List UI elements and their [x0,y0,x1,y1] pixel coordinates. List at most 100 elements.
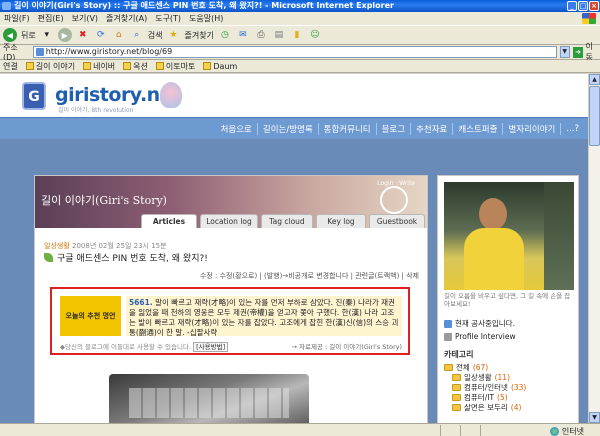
links-label: 연결 [3,61,18,71]
quote-footer-text: ◆당신의 블로그에 이들대로 사용할 수 있습니다. [60,343,192,351]
leaf-icon [44,253,53,262]
link-naver[interactable]: 네이버 [83,61,115,72]
nav-about[interactable]: 길이는/방명록 [258,122,319,135]
address-dropdown-icon[interactable]: ▼ [559,46,570,58]
nav-home[interactable]: 처음으로 [216,122,258,135]
home-icon[interactable]: ⌂ [112,28,126,42]
messenger-icon[interactable]: ☺ [308,28,322,42]
menu-help[interactable]: 도움말(H) [189,13,223,24]
favorites-button[interactable]: 즐겨찾기 [184,30,213,41]
profile-photo-edge [544,182,574,290]
edit-icon[interactable]: ▤ [272,28,286,42]
windows-logo-icon [582,13,596,24]
quote-body: 말이 빠르고 재략(才略)이 있는 자를 먼저 부하로 삼았다. 진(秦) 나라… [129,298,399,337]
folder-icon [452,403,461,411]
nav-puzzle[interactable]: 캐스트퍼즐 [453,122,504,135]
site-header: G giristory.net 길이 이야기, 8th revolution [0,74,588,117]
menu-file[interactable]: 파일(F) [4,13,30,24]
category-list: 전체 (67) 일상생활 (11) 컴퓨터/인터넷 (33) 컴퓨터/IT (5… [444,362,576,412]
post-date: 2008년 02월 25일 23시 15분 [72,242,167,250]
sidebar-interview-label: Profile Interview [455,332,516,341]
post-category[interactable]: 일상생활 [44,242,70,250]
sidebar-interview[interactable]: Profile Interview [444,332,516,341]
quote-number: 5661. [129,298,153,307]
tab-guestbook[interactable]: Guestbook [369,214,425,228]
tab-tag-cloud[interactable]: Tag cloud [261,214,313,228]
window-title: 길이 이야기(Giri's Story) :: 구글 애드센스 PIN 번호 도… [14,1,394,10]
mail-icon[interactable]: ✉ [236,28,250,42]
menu-view[interactable]: 보기(V) [72,13,98,24]
site-nav: 처음으로 길이는/방명록 통합커뮤니티 블로그 추천자료 캐스트퍼즐 별자리이야… [0,117,588,139]
category-item[interactable]: 살면은 보두리 (4) [444,402,576,412]
window-title-bar: 길이 이야기(Giri's Story) :: 구글 애드센스 PIN 번호 도… [0,0,600,12]
scroll-thumb[interactable] [589,86,600,146]
dropdown-arrow-icon[interactable]: ▾ [40,28,54,42]
minimize-button[interactable]: _ [567,1,577,11]
address-input[interactable]: http://www.giristory.net/blog/69 [32,46,557,58]
site-logo-badge[interactable]: G [22,82,46,110]
tab-location-log[interactable]: Location log [200,214,258,228]
folder-icon [452,393,461,401]
folder-icon [452,383,461,391]
nav-recommend[interactable]: 추천자료 [411,122,454,135]
link-giri[interactable]: 길이 이야기 [25,61,75,72]
nav-community[interactable]: 통합커뮤니티 [319,122,377,135]
link-icon [123,62,132,70]
link-icon [25,62,34,70]
security-zone: 인터넷 [549,426,584,436]
tab-articles[interactable]: Articles [141,214,197,228]
category-item[interactable]: 일상생활 (11) [444,372,576,382]
notice-icon [444,319,452,328]
scroll-up-icon[interactable]: ▲ [589,74,600,85]
sidebar-notice[interactable]: 현재 공사중입니다. [444,318,515,329]
print-icon[interactable]: ⎙ [254,28,268,42]
quote-source[interactable]: → 자료제공 : 길이 이야기(Giri's Story) [291,341,402,351]
profile-description: 길이 오름을 비우고 싶다면, 그 길 속에 손을 잡아보세요! [444,292,571,308]
menu-edit[interactable]: 편집(E) [38,13,64,24]
close-button[interactable]: × [589,1,599,11]
address-bar: 주소(D) http://www.giristory.net/blog/69 ▼… [0,42,600,62]
menu-favorites[interactable]: 즐겨찾기(A) [106,13,147,24]
back-button[interactable]: 뒤로 [21,30,36,41]
search-icon[interactable]: ⌕ [130,28,144,42]
maximize-button[interactable]: □ [578,1,588,11]
link-daum[interactable]: Daum [203,62,237,71]
browser-viewport: G giristory.net 길이 이야기, 8th revolution 처… [0,74,588,423]
post-actions[interactable]: 수정 : 수정(황으로) | (발행)→비공개로 변경합니다 | 관련글(트랙백… [200,271,419,281]
category-item[interactable]: 컴퓨터/IT (5) [444,392,576,402]
decorative-circle-icon [380,186,408,214]
nav-more[interactable]: ...? [561,124,584,134]
forward-arrow-icon[interactable]: ▶ [57,28,72,42]
category-count: (4) [510,402,522,412]
folder-icon[interactable]: ▮ [290,28,304,42]
sidebar: 길이 오름을 비우고 싶다면, 그 길 속에 손을 잡아보세요! 현재 공사중입… [437,175,579,423]
link-label: Daum [213,61,238,71]
menu-tools[interactable]: 도구(T) [155,13,181,24]
back-arrow-icon[interactable]: ◀ [3,28,17,42]
link-label: 이토마토 [165,61,196,71]
stop-icon[interactable]: ✖ [76,28,90,42]
blog-title[interactable]: 길이 이야기(Giri's Story) [41,192,167,208]
folder-icon [452,373,461,381]
quote-box: 오늘의 추천 명언 5661. 말이 빠르고 재략(才略)이 있는 자를 먼저 … [50,287,410,355]
scroll-down-icon[interactable]: ▼ [589,412,600,423]
link-etomato[interactable]: 이토마토 [155,61,196,72]
zone-label: 인터넷 [561,427,584,436]
link-auction[interactable]: 옥션 [123,61,148,72]
category-item[interactable]: 전체 (67) [444,362,576,372]
search-button[interactable]: 검색 [148,30,163,41]
quote-footer: ◆당신의 블로그에 이들대로 사용할 수 있습니다. [사용방법] [60,341,229,352]
vertical-scrollbar[interactable]: ▲ ▼ [588,74,600,423]
history-icon[interactable]: ◷ [218,28,232,42]
category-item[interactable]: 컴퓨터/인터넷 (33) [444,382,576,392]
usage-button[interactable]: [사용방법] [193,342,229,352]
post-title[interactable]: 구글 애드센스 PIN 번호 도착, 왜 왔지?! [57,251,208,264]
nav-constellation[interactable]: 별자리이야기 [503,122,562,135]
nav-blog[interactable]: 블로그 [377,122,412,135]
status-divider [460,425,461,436]
status-divider [480,425,481,436]
tab-key-log[interactable]: Key log [316,214,366,228]
navigation-toolbar: ◀ 뒤로 ▾ ▶ ✖ ⟳ ⌂ ⌕ 검색 ★ 즐겨찾기 ◷ ✉ ⎙ ▤ ▮ ☺ [0,25,600,45]
favorites-star-icon[interactable]: ★ [166,28,180,42]
refresh-icon[interactable]: ⟳ [94,28,108,42]
